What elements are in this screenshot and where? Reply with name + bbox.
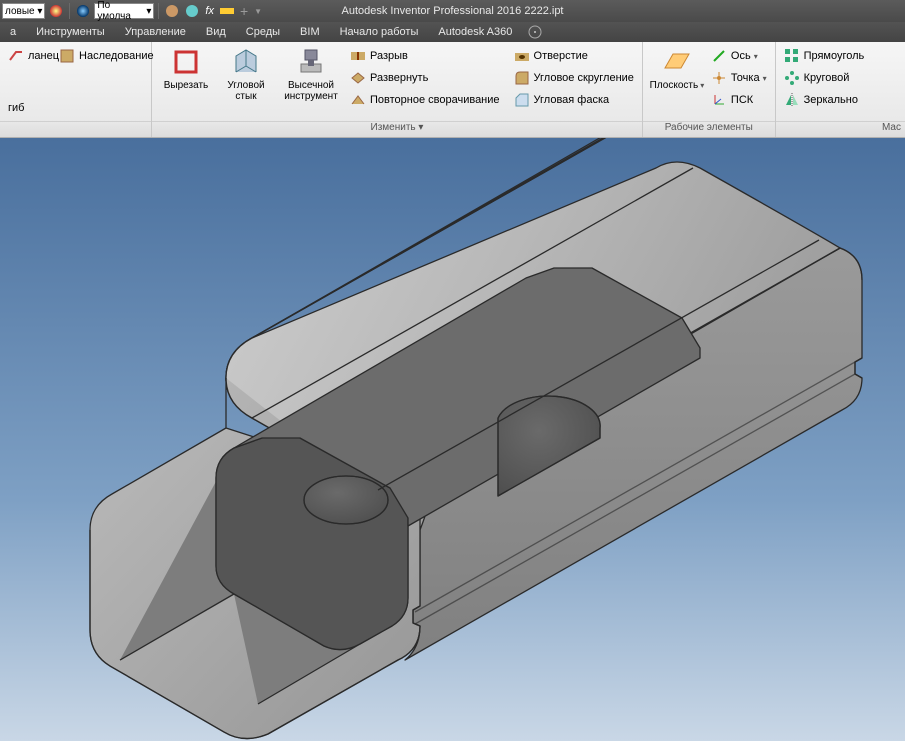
tab-bim[interactable]: BIM [290, 22, 330, 42]
ribbon-tabstrip: а Инструменты Управление Вид Среды BIM Н… [0, 22, 905, 42]
refold-button[interactable]: Повторное сворачивание [346, 89, 504, 111]
flange-icon [8, 48, 24, 64]
qat-add-icon[interactable]: + [238, 4, 250, 18]
color-swatch-icon[interactable] [74, 4, 92, 18]
hole-label: Отверстие [534, 50, 588, 62]
ucs-button[interactable]: ПСК [707, 89, 771, 111]
plane-button[interactable]: Плоскость [647, 44, 707, 102]
mirror-icon [784, 92, 800, 108]
panel-create-title [0, 121, 151, 137]
panel-create: ланец Наследование гиб [0, 42, 152, 137]
fx-parameters-button[interactable]: fx [203, 5, 216, 17]
material-combo[interactable]: ловые ▾ [2, 3, 45, 19]
inherit-icon [59, 48, 75, 64]
titlebar: ловые ▾ По умолча ▾ fx + ▼ Autodesk Inve… [0, 0, 905, 22]
rect-pattern-icon [784, 48, 800, 64]
corner-chamfer-button[interactable]: Угловая фаска [510, 89, 638, 111]
axis-label: Ось [731, 50, 751, 62]
tab-tools[interactable]: Инструменты [26, 22, 115, 42]
cut-button[interactable]: Вырезать [156, 44, 216, 102]
circ-pattern-icon [784, 70, 800, 86]
circ-pattern-label: Круговой [804, 72, 850, 84]
corner-round-icon [514, 70, 530, 86]
hole-icon [514, 48, 530, 64]
tab-manage[interactable]: Управление [115, 22, 196, 42]
corner-chamfer-icon [514, 92, 530, 108]
window-title: Autodesk Inventor Professional 2016 2222… [342, 5, 564, 17]
panel-modify: Вырезать Угловой стык Высечной инструмен… [152, 42, 643, 137]
point-label: Точка [731, 72, 760, 84]
cut-label: Вырезать [164, 80, 208, 102]
corner-seam-icon [230, 46, 262, 78]
unfold-button[interactable]: Развернуть [346, 67, 504, 89]
qat-measure-icon[interactable] [218, 8, 236, 14]
axis-button[interactable]: Ось▾ [707, 45, 771, 67]
ucs-icon [711, 92, 727, 108]
mirror-button[interactable]: Зеркально [780, 89, 869, 111]
axis-icon [711, 48, 727, 64]
cut-icon [170, 46, 202, 78]
ribbon: ланец Наследование гиб Вырезать Угл [0, 42, 905, 138]
tab-view[interactable]: Вид [196, 22, 236, 42]
panel-modify-title[interactable]: Изменить ▾ [152, 121, 642, 137]
rip-label: Разрыв [370, 50, 408, 62]
corner-seam-label: Угловой стык [218, 80, 274, 102]
plane-label: Плоскость [650, 80, 705, 102]
corner-seam-button[interactable]: Угловой стык [216, 44, 276, 102]
ucs-label: ПСК [731, 94, 753, 106]
point-button[interactable]: Точка▾ [707, 67, 771, 89]
rip-button[interactable]: Разрыв [346, 45, 504, 67]
inherit-label: Наследование [79, 50, 154, 62]
bend-label: гиб [8, 102, 24, 114]
mirror-label: Зеркально [804, 94, 858, 106]
tab-environments[interactable]: Среды [236, 22, 290, 42]
tab-trunc-left[interactable]: а [0, 22, 26, 42]
panel-pattern-title: Мас [776, 121, 905, 137]
panel-work-features: Плоскость Ось▾ Точка▾ ПСК Рабочие элемен… [643, 42, 776, 137]
rect-pattern-button[interactable]: Прямоуголь [780, 45, 869, 67]
qat-dropdown-icon[interactable]: ▼ [252, 7, 264, 16]
material-combo-text: ловые [5, 6, 35, 17]
punch-icon [295, 46, 327, 78]
panel-work-title: Рабочие элементы [643, 121, 775, 137]
hole-button[interactable]: Отверстие [510, 45, 638, 67]
flange-label: ланец [28, 50, 59, 62]
rect-pattern-label: Прямоуголь [804, 50, 865, 62]
appearance-swatch-icon[interactable] [47, 4, 65, 18]
bend-button[interactable]: гиб [4, 97, 147, 119]
corner-round-button[interactable]: Угловое скругление [510, 67, 638, 89]
plane-icon [661, 46, 693, 78]
tab-getstarted[interactable]: Начало работы [330, 22, 429, 42]
unfold-label: Развернуть [370, 72, 428, 84]
tab-a360[interactable]: Autodesk A360 [428, 22, 522, 42]
corner-chamfer-label: Угловая фаска [534, 94, 610, 106]
punch-label: Высечной инструмент [278, 80, 344, 102]
refold-icon [350, 92, 366, 108]
panel-pattern: Прямоуголь Круговой Зеркально Мас [776, 42, 905, 137]
punch-button[interactable]: Высечной инструмент [276, 44, 346, 102]
refold-label: Повторное сворачивание [370, 94, 500, 106]
qat-sphere1-icon[interactable] [163, 4, 181, 18]
style-combo[interactable]: По умолча ▾ [94, 3, 154, 19]
qat-sphere2-icon[interactable] [183, 4, 201, 18]
tab-help-icon[interactable] [522, 22, 548, 42]
flange-button[interactable]: ланец Наследование [4, 45, 147, 67]
model-render [0, 138, 905, 741]
corner-round-label: Угловое скругление [534, 72, 634, 84]
spacer-row [4, 67, 147, 97]
model-viewport[interactable] [0, 138, 905, 741]
quick-access-toolbar: ловые ▾ По умолча ▾ fx + ▼ [0, 3, 264, 19]
style-combo-text: По умолча [97, 0, 143, 22]
unfold-icon [350, 70, 366, 86]
circ-pattern-button[interactable]: Круговой [780, 67, 869, 89]
rip-icon [350, 48, 366, 64]
point-icon [711, 70, 727, 86]
